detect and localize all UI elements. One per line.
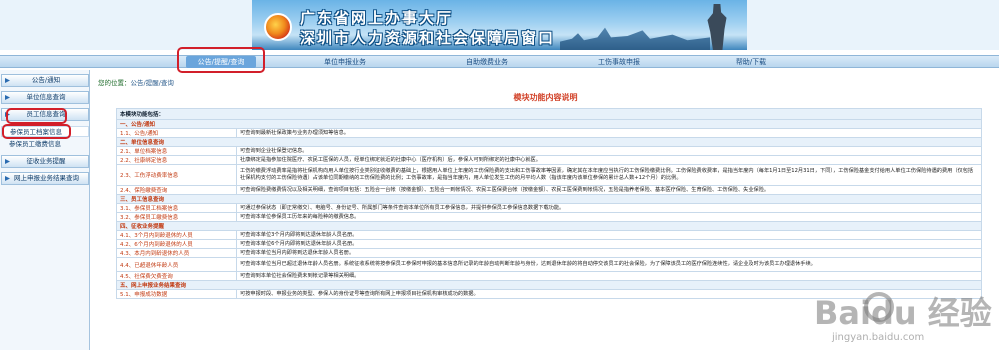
item-title: 3.2、参保员工缴费信息 xyxy=(117,213,237,221)
breadcrumb: 您的位置：公告/提醒/查询 xyxy=(98,77,174,87)
watermark-url: jingyan.baidu.com xyxy=(832,332,925,343)
table-intro-text: 本模块功能包括： xyxy=(120,112,165,118)
breadcrumb-path: 公告/提醒/查询 xyxy=(130,79,174,87)
item-title: 2.2、社康绑定信息 xyxy=(117,156,237,164)
table-intro-row: 本模块功能包括： xyxy=(116,108,982,120)
breadcrumb-label: 您的位置： xyxy=(98,79,131,87)
table-group-row: 一、公告/通知 xyxy=(116,120,982,129)
item-description: 工伤的缴费浮动费率是指将社保机构向用人单位按行业类别征收缴费的基础上，根据用人单… xyxy=(240,168,974,181)
item-title: 1.1、公告/通知 xyxy=(117,129,237,137)
item-description: 可查询到企业社保登记信息。 xyxy=(240,147,308,154)
table-row: 2.1、单位档案信息 可查询到企业社保登记信息。 xyxy=(116,147,982,156)
table-group-row: 二、单位信息查询 xyxy=(116,138,982,147)
group-title: 一、公告/通知 xyxy=(120,122,156,128)
watermark-brand: Baidu 经验 xyxy=(814,294,992,332)
sidebar-group-label: 公告/通知 xyxy=(31,76,61,84)
item-description: 可查询保险费缴费情况以及相关明细，查询项目包括：五险合一台帐（按缴金额）、五险合… xyxy=(240,186,770,193)
nav-tab-unit-declaration[interactable]: 单位申报业务 xyxy=(310,56,380,68)
highlight-employee-info-box xyxy=(6,108,67,124)
table-row: 3.2、参保员工缴费信息 可查询本单位参保员工历年来的每险种的缴费信息。 xyxy=(116,213,982,222)
item-description: 可查询本单位参保员工历年来的每险种的缴费信息。 xyxy=(240,213,360,220)
sidebar-group-unit-info[interactable]: 单位信息查询 xyxy=(1,91,89,104)
table-group-row: 三、员工信息查询 xyxy=(116,195,982,204)
table-row: 4.1、3个月内到龄退休的人员 可查询本单位3个月内即将到达退休年龄人员名册。 xyxy=(116,231,982,240)
sidebar-group-label: 网上申报业务结果查询 xyxy=(14,174,79,182)
sidebar-item-employee-payment[interactable]: 参保员工缴费信息 xyxy=(1,139,89,150)
expand-arrow-icon xyxy=(5,176,10,181)
item-title: 4.1、3个月内到龄退休的人员 xyxy=(117,231,237,239)
table-row: 4.5、社保费欠费查询 可查询到本单位社会保险费未到帐记录等相关明细。 xyxy=(116,272,982,281)
group-title: 三、员工信息查询 xyxy=(120,197,165,203)
table-row: 2.3、工伤浮动费率信息 工伤的缴费浮动费率是指将社保机构向用人单位按行业类别征收… xyxy=(116,165,982,186)
item-title: 4.5、社保费欠费查询 xyxy=(117,272,237,280)
item-title: 4.2、6个月内到龄退休的人员 xyxy=(117,240,237,248)
item-description: 可查询到最新社保政策与业务办理须知等信息。 xyxy=(240,129,349,136)
highlight-archive-box xyxy=(2,124,71,139)
table-row: 4.2、6个月内到龄退休的人员 可查询本单位6个月内即将到达退休年龄人员名册。 xyxy=(116,240,982,249)
item-description: 可查询本单位当月内即将到达退休年龄人员名册。 xyxy=(240,249,355,256)
item-title: 4.4、已超退休年龄人员 xyxy=(117,258,237,271)
item-title: 5.1、申报成功数据 xyxy=(117,290,237,298)
item-title: 2.3、工伤浮动费率信息 xyxy=(117,165,237,185)
emblem-logo-icon xyxy=(264,13,292,41)
table-row: 3.1、参保员工档案信息 可通过参保状态（即正常缴交）、电脑号、身份证号、所属部门… xyxy=(116,204,982,213)
item-title: 3.1、参保员工档案信息 xyxy=(117,204,237,212)
table-row: 2.2、社康绑定信息 社康绑定是指参加住院医疗、农民工医保的人员，经单位绑定就近的… xyxy=(116,156,982,165)
item-description: 可通过参保状态（即正常缴交）、电脑号、身份证号、所属部门等条件查询本单位所有员工… xyxy=(240,204,565,211)
item-description: 可查询到本单位社会保险费未到帐记录等相关明细。 xyxy=(240,272,360,279)
page-title: 模块功能内容说明 xyxy=(513,93,578,102)
item-description: 社康绑定是指参加住院医疗、农民工医保的人员，经单位绑定就近的社康中心（医疗机构）… xyxy=(240,156,541,163)
group-title: 四、征收业务提醒 xyxy=(120,224,165,230)
group-title: 二、单位信息查询 xyxy=(120,140,165,146)
table-row: 1.1、公告/通知 可查询到最新社保政策与业务办理须知等信息。 xyxy=(116,129,982,138)
module-description-table: 本模块功能包括： 一、公告/通知 1.1、公告/通知 可查询到最新社保政策与业务办理… xyxy=(116,108,982,299)
sidebar-group-online-results[interactable]: 网上申报业务结果查询 xyxy=(1,172,89,185)
header-banner: 广东省网上办事大厅 深圳市人力资源和社会保障局窗口 xyxy=(0,0,999,50)
top-nav: 公告/提醒/查询 单位申报业务 自助缴费业务 工伤事故申报 帮助/下载 xyxy=(0,55,999,68)
item-description: 可查询本单位6个月内即将到达退休年龄人员名册。 xyxy=(240,240,358,247)
item-description: 可查询本单位当月已超过退休年龄人员名册。系统征收系统将按参保员工参保时申报的基本… xyxy=(240,261,816,267)
item-title: 2.4、保险缴费查询 xyxy=(117,186,237,194)
table-row: 4.4、已超退休年龄人员 可查询本单位当月已超过退休年龄人员名册。系统征收系统将按… xyxy=(116,258,982,272)
item-description: 可查询本单位3个月内即将到达退休年龄人员名册。 xyxy=(240,231,358,238)
table-row: 2.4、保险缴费查询 可查询保险费缴费情况以及相关明细，查询项目包括：五险合一台帐… xyxy=(116,186,982,195)
table-group-row: 四、征收业务提醒 xyxy=(116,222,982,231)
sidebar-group-label: 征收业务提醒 xyxy=(26,157,66,165)
banner-title: 广东省网上办事大厅 xyxy=(300,9,454,27)
nav-tab-injury-report[interactable]: 工伤事故申报 xyxy=(584,56,654,68)
baidu-watermark: Baidu 经验 jingyan.baidu.com xyxy=(792,288,992,346)
item-title: 2.1、单位档案信息 xyxy=(117,147,237,155)
banner-subtitle: 深圳市人力资源和社会保障局窗口 xyxy=(300,29,556,47)
nav-tab-help-download[interactable]: 帮助/下载 xyxy=(716,56,786,68)
sidebar-group-label: 单位信息查询 xyxy=(26,93,66,101)
sidebar-group-collection-reminder[interactable]: 征收业务提醒 xyxy=(1,155,89,168)
group-title: 五、网上申报业务结果查询 xyxy=(120,283,187,289)
nav-tab-self-payment[interactable]: 自助缴费业务 xyxy=(452,56,522,68)
sidebar-group-announcements[interactable]: 公告/通知 xyxy=(1,74,89,87)
item-title: 4.3、本月内到龄退休的人员 xyxy=(117,249,237,257)
table-row: 4.3、本月内到龄退休的人员 可查询本单位当月内即将到达退休年龄人员名册。 xyxy=(116,249,982,258)
